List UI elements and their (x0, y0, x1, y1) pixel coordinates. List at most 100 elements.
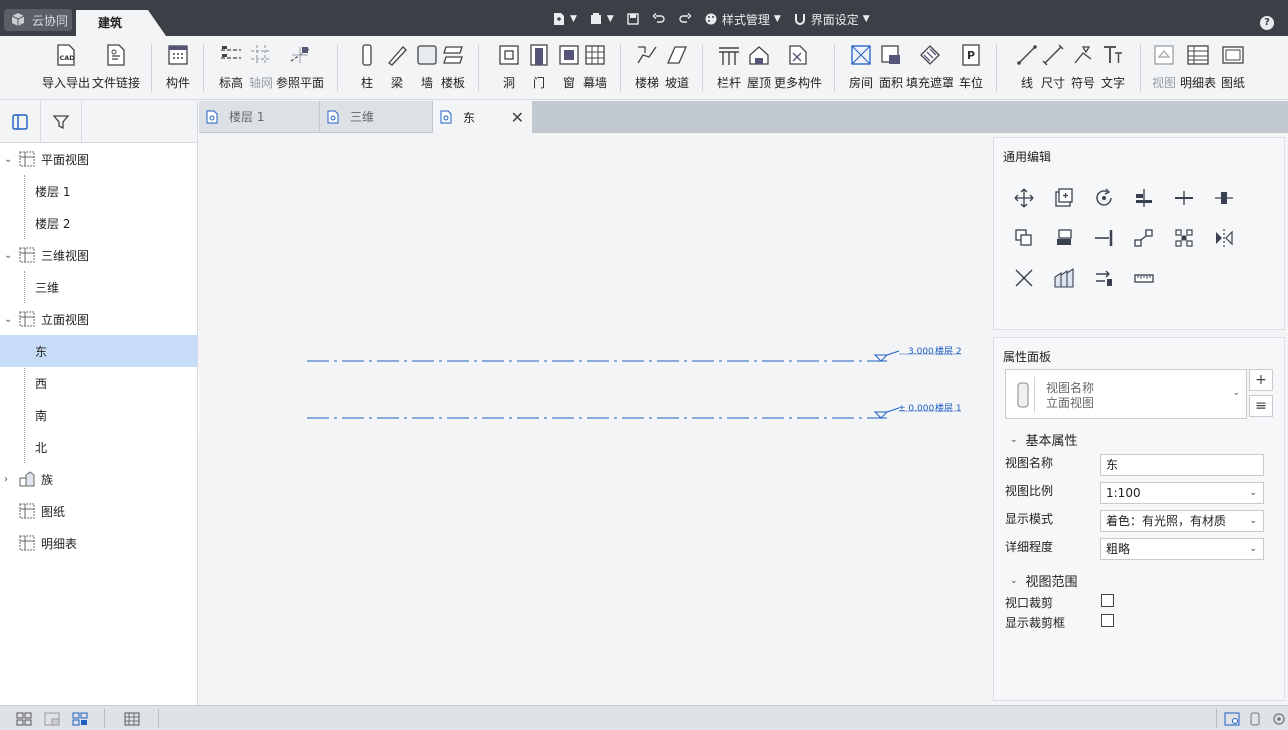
scale-icon[interactable] (1132, 226, 1156, 250)
close-icon[interactable]: ✕ (511, 108, 524, 127)
basic-properties-section[interactable]: ⌄ 基本属性 (1010, 430, 1078, 449)
chevron-down-icon[interactable]: ⌄ (4, 154, 14, 165)
tree-item-east[interactable]: 东 (0, 335, 197, 367)
project-browser-button[interactable] (0, 101, 41, 143)
tree-group-family[interactable]: › 族 (0, 463, 197, 495)
add-type-button[interactable]: + (1249, 369, 1273, 391)
fill-mask-button[interactable]: 填充遮罩 (906, 42, 954, 98)
array-copy-icon[interactable] (1012, 226, 1036, 250)
curtain-wall-button[interactable]: 幕墙 (582, 42, 608, 98)
viewport-crop-checkbox[interactable] (1101, 594, 1114, 607)
split-icon[interactable] (1172, 186, 1196, 210)
tree-group-plan-views[interactable]: ⌄ 平面视图 (0, 143, 197, 175)
cylinder-icon[interactable] (1247, 711, 1263, 727)
chevron-down-icon[interactable]: ⌄ (4, 314, 14, 325)
level-button[interactable]: 标高 (218, 42, 244, 98)
doc-tab-3d[interactable]: 三维 (320, 101, 433, 132)
move-icon[interactable] (1012, 186, 1036, 210)
level-1-line[interactable]: ± 0.000 楼层 1 (307, 402, 962, 419)
chevron-down-icon[interactable]: ⌄ (4, 250, 14, 261)
cloud-collab-tab[interactable]: 云协同 (4, 9, 72, 31)
tree-item-sheets[interactable]: 图纸 (0, 495, 197, 527)
layout-single-icon[interactable] (44, 711, 60, 727)
level-2-line[interactable]: 3.000 楼层 2 (307, 345, 962, 362)
ref-plane-button[interactable]: 参照平面 (276, 42, 324, 98)
tree-item-floor2[interactable]: 楼层 2 (0, 207, 197, 239)
ui-settings-menu[interactable]: 界面设定 ▼ (793, 11, 870, 28)
type-selector[interactable]: 视图名称 立面视图 ⌄ (1005, 369, 1247, 419)
trim-extend-icon[interactable] (1052, 226, 1076, 250)
grid-button[interactable]: 轴网 (248, 42, 274, 98)
table-icon[interactable] (124, 711, 140, 727)
tree-item-schedules[interactable]: 明细表 (0, 527, 197, 559)
drawing-canvas[interactable]: 3.000 楼层 2 ± 0.000 楼层 1 (199, 133, 993, 705)
open-file-button[interactable]: ▼ (589, 12, 614, 26)
offset-icon[interactable] (1212, 186, 1236, 210)
room-button[interactable]: 房间 (848, 42, 874, 98)
new-file-button[interactable]: ▼ (552, 12, 577, 26)
wall-button[interactable]: 墙 (414, 42, 440, 98)
show-crop-box-checkbox[interactable] (1101, 614, 1114, 627)
display-mode-select[interactable]: 着色：有光照，有材质 ⌄ (1100, 510, 1264, 532)
symbol-button[interactable]: 符号 (1070, 42, 1096, 98)
import-export-button[interactable]: CAD 导入导出 (42, 42, 90, 98)
filter-button[interactable] (41, 101, 82, 143)
more-components-button[interactable]: 更多构件 (774, 42, 822, 98)
tree-item-north[interactable]: 北 (0, 431, 197, 463)
stair-button[interactable]: 楼梯 (634, 42, 660, 98)
view-range-section[interactable]: ⌄ 视图范围 (1010, 571, 1078, 590)
floor-slab-button[interactable]: 楼板 (440, 42, 466, 98)
railing-button[interactable]: 栏杆 (716, 42, 742, 98)
undo-button[interactable] (652, 12, 666, 26)
mirror-icon[interactable] (1212, 226, 1236, 250)
extend-icon[interactable] (1092, 226, 1116, 250)
sheet-button[interactable]: 图纸 (1220, 42, 1246, 98)
beam-button[interactable]: 梁 (384, 42, 410, 98)
opening-button[interactable]: 洞 (496, 42, 522, 98)
doc-tab-floor1[interactable]: 楼层 1 (199, 101, 320, 132)
roof-button[interactable]: 屋顶 (746, 42, 772, 98)
redo-button[interactable] (678, 12, 692, 26)
measure-icon[interactable] (1132, 266, 1156, 290)
view-button[interactable]: 视图 (1151, 42, 1177, 98)
rotate-icon[interactable] (1092, 186, 1116, 210)
copy-icon[interactable] (1052, 186, 1076, 210)
tab-architecture[interactable]: 建筑 (76, 10, 166, 36)
layout-grid-icon[interactable] (16, 711, 32, 727)
view-settings-icon[interactable] (1224, 711, 1240, 727)
schedule-button[interactable]: 明细表 (1180, 42, 1216, 98)
door-button[interactable]: 门 (526, 42, 552, 98)
offset-copy-icon[interactable] (1092, 266, 1116, 290)
parking-button[interactable]: P 车位 (958, 42, 984, 98)
style-manage-menu[interactable]: 样式管理 ▼ (704, 11, 781, 28)
tree-item-south[interactable]: 南 (0, 399, 197, 431)
detail-level-select[interactable]: 粗略 ⌄ (1100, 538, 1264, 560)
chevron-right-icon[interactable]: › (4, 474, 14, 485)
align-icon[interactable] (1132, 186, 1156, 210)
tree-group-elevation-views[interactable]: ⌄ 立面视图 (0, 303, 197, 335)
component-button[interactable]: 构件 (165, 42, 191, 98)
array-icon[interactable] (1052, 266, 1076, 290)
tree-item-west[interactable]: 西 (0, 367, 197, 399)
save-button[interactable] (626, 12, 640, 26)
help-icon[interactable]: ? (1260, 16, 1274, 30)
tree-item-floor1[interactable]: 楼层 1 (0, 175, 197, 207)
tree-item-3d[interactable]: 三维 (0, 271, 197, 303)
file-link-button[interactable]: 文件链接 (92, 42, 140, 98)
ramp-button[interactable]: 坡道 (664, 42, 690, 98)
doc-tab-east[interactable]: 东 ✕ (433, 101, 533, 133)
column-button[interactable]: 柱 (354, 42, 380, 98)
text-button[interactable]: 文字 (1100, 42, 1126, 98)
group-icon[interactable] (1172, 226, 1196, 250)
view-scale-select[interactable]: 1:100 ⌄ (1100, 482, 1264, 504)
window-button[interactable]: 窗 (556, 42, 582, 98)
view-name-field[interactable]: 东 (1100, 454, 1264, 476)
line-button[interactable]: 线 (1014, 42, 1040, 98)
delete-icon[interactable] (1012, 266, 1036, 290)
layout-tile-icon[interactable] (72, 711, 88, 727)
dimension-button[interactable]: 尺寸 (1040, 42, 1066, 98)
area-button[interactable]: 面积 (878, 42, 904, 98)
edit-type-button[interactable]: ≡ (1249, 395, 1273, 417)
gear-icon[interactable] (1271, 711, 1287, 727)
tree-group-3d-views[interactable]: ⌄ 三维视图 (0, 239, 197, 271)
